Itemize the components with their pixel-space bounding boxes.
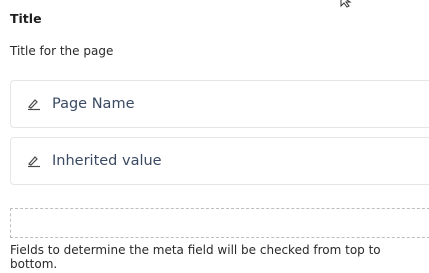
- edit-icon: [28, 156, 40, 168]
- mouse-cursor-icon: [340, 0, 352, 8]
- field-card-inherited-value[interactable]: Inherited value: [10, 137, 429, 185]
- section-title: Title: [10, 11, 42, 26]
- field-dropzone[interactable]: [10, 208, 429, 238]
- field-label: Page Name: [52, 96, 135, 112]
- fields-hint: Fields to determine the meta field will …: [10, 243, 381, 271]
- field-card-page-name[interactable]: Page Name: [10, 80, 429, 128]
- field-label: Inherited value: [52, 153, 162, 169]
- edit-icon: [28, 99, 40, 111]
- section-description: Title for the page: [10, 44, 114, 58]
